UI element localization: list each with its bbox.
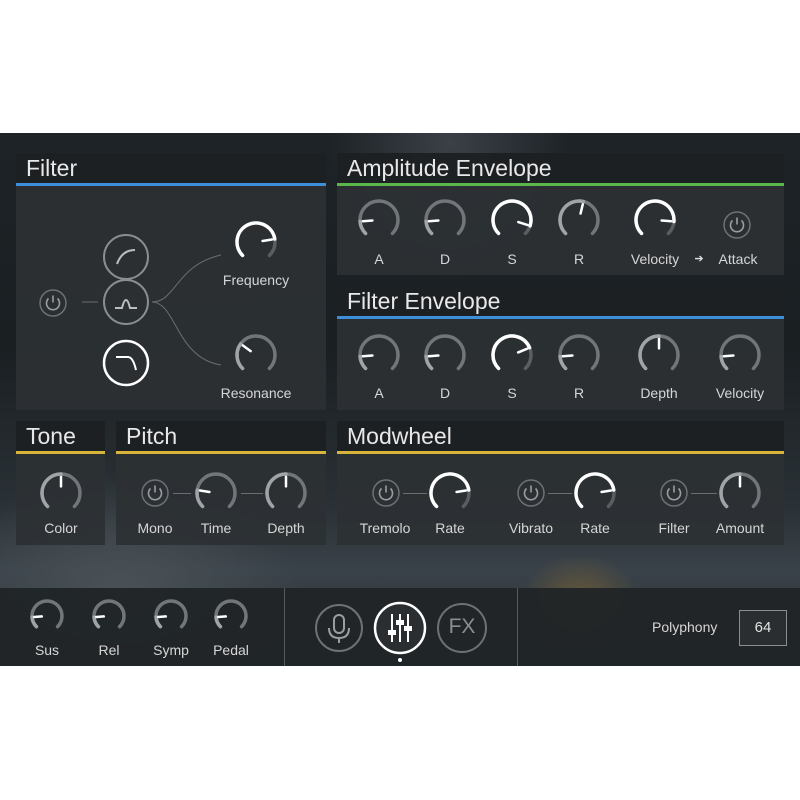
bandpass-filter-button[interactable] xyxy=(102,278,150,326)
filter-env-depth-knob[interactable] xyxy=(637,333,681,377)
synth-plugin-window: Filter Frequency Resonance Amplitude Env… xyxy=(0,133,800,666)
filter-mod-label: Filter xyxy=(658,520,690,536)
vibrato-rate-knob[interactable] xyxy=(573,471,617,515)
tremolo-rate-label: Rate xyxy=(435,520,465,536)
lowpass-filter-button[interactable] xyxy=(102,339,150,387)
filter-env-s-label: S xyxy=(507,385,517,401)
time-depth-connector xyxy=(241,493,263,494)
filter-env-s-knob[interactable] xyxy=(490,333,534,377)
microphone-icon[interactable] xyxy=(314,603,364,653)
tremolo-toggle[interactable] xyxy=(371,478,401,508)
amp-r-label: R xyxy=(573,251,585,267)
filter-amount-connector xyxy=(691,493,717,494)
vibrato-label: Vibrato xyxy=(508,520,554,536)
pitch-title: Pitch xyxy=(116,421,326,451)
frequency-knob[interactable] xyxy=(234,220,278,264)
active-page-dot xyxy=(398,658,402,662)
frequency-label: Frequency xyxy=(222,272,290,288)
amp-d-label: D xyxy=(439,251,451,267)
pedal-pedal-knob[interactable] xyxy=(213,598,249,634)
fx-label: FX xyxy=(448,615,476,638)
pitch-depth-label: Depth xyxy=(267,520,305,536)
filter-envelope-underline xyxy=(337,316,784,319)
time-label: Time xyxy=(200,520,232,536)
amp-velocity-label: Velocity xyxy=(630,251,680,267)
amp-a-label: A xyxy=(374,251,384,267)
mono-label: Mono xyxy=(137,520,173,536)
pedal-symp-label: Symp xyxy=(153,642,189,658)
modwheel-panel: Modwheel Tremolo Rate Vibrato Rate Filte… xyxy=(337,421,784,545)
pedal-symp-knob[interactable] xyxy=(153,598,189,634)
tone-underline xyxy=(16,451,105,454)
tremolo-label: Tremolo xyxy=(359,520,411,536)
amplitude-envelope-title: Amplitude Envelope xyxy=(337,153,784,183)
filter-env-d-knob[interactable] xyxy=(423,333,467,377)
amp-s-knob[interactable] xyxy=(490,198,534,242)
amp-velocity-knob[interactable] xyxy=(633,198,677,242)
filter-envelope-title: Filter Envelope xyxy=(337,286,784,316)
resonance-knob[interactable] xyxy=(234,333,278,377)
amp-a-knob[interactable] xyxy=(357,198,401,242)
filter-env-depth-label: Depth xyxy=(640,385,678,401)
tone-title: Tone xyxy=(16,421,105,451)
pedal-rel-label: Rel xyxy=(98,642,120,658)
mono-toggle[interactable] xyxy=(140,478,170,508)
filter-env-velocity-knob[interactable] xyxy=(718,333,762,377)
pedal-rel-knob[interactable] xyxy=(91,598,127,634)
color-label: Color xyxy=(44,520,78,536)
filter-envelope-panel: Filter Envelope A D S R Depth Velocity xyxy=(337,286,784,410)
fx-button[interactable]: FX xyxy=(437,603,487,653)
pitch-time-knob[interactable] xyxy=(194,471,238,515)
amp-s-label: S xyxy=(507,251,517,267)
filter-panel: Filter Frequency Resonance xyxy=(16,153,326,410)
separator-left xyxy=(284,588,285,666)
filter-env-a-label: A xyxy=(374,385,384,401)
amplitude-envelope-panel: Amplitude Envelope A D S R Velocity ➔ At… xyxy=(337,153,784,275)
filter-env-velocity-label: Velocity xyxy=(715,385,765,401)
vibrato-rate-connector xyxy=(548,493,572,494)
pitch-underline xyxy=(116,451,326,454)
filter-env-r-label: R xyxy=(573,385,585,401)
amplitude-envelope-underline xyxy=(337,183,784,186)
tone-panel: Tone Color xyxy=(16,421,105,545)
color-knob[interactable] xyxy=(39,471,83,515)
amp-d-knob[interactable] xyxy=(423,198,467,242)
tremolo-rate-connector xyxy=(403,493,427,494)
velocity-arrow: ➔ xyxy=(694,253,704,265)
pedal-sus-label: Sus xyxy=(34,642,60,658)
vibrato-rate-label: Rate xyxy=(580,520,610,536)
highpass-filter-button[interactable] xyxy=(102,233,150,281)
pitch-depth-knob[interactable] xyxy=(264,471,308,515)
filter-power-toggle[interactable] xyxy=(38,288,68,318)
separator-right xyxy=(517,588,518,666)
vibrato-toggle[interactable] xyxy=(516,478,546,508)
mono-time-connector xyxy=(173,493,191,494)
filter-env-r-knob[interactable] xyxy=(557,333,601,377)
attack-velocity-toggle[interactable] xyxy=(722,210,752,240)
modwheel-underline xyxy=(337,451,784,454)
mixer-sliders-icon[interactable] xyxy=(373,601,427,655)
resonance-label: Resonance xyxy=(220,385,292,401)
tremolo-rate-knob[interactable] xyxy=(428,471,472,515)
filter-env-d-label: D xyxy=(439,385,451,401)
pitch-panel: Pitch Mono Time Depth xyxy=(116,421,326,545)
pedal-pedal-label: Pedal xyxy=(213,642,249,658)
attack-label: Attack xyxy=(718,251,758,267)
polyphony-value-field[interactable]: 64 xyxy=(739,610,787,646)
amp-r-knob[interactable] xyxy=(557,198,601,242)
polyphony-label: Polyphony xyxy=(652,619,718,635)
bottom-bar: Sus Rel Symp Pedal FX Polyphony 64 xyxy=(0,588,800,666)
amount-knob[interactable] xyxy=(718,471,762,515)
pedal-sus-knob[interactable] xyxy=(29,598,65,634)
filter-mod-toggle[interactable] xyxy=(659,478,689,508)
filter-env-a-knob[interactable] xyxy=(357,333,401,377)
modwheel-title: Modwheel xyxy=(337,421,784,451)
amount-label: Amount xyxy=(715,520,765,536)
